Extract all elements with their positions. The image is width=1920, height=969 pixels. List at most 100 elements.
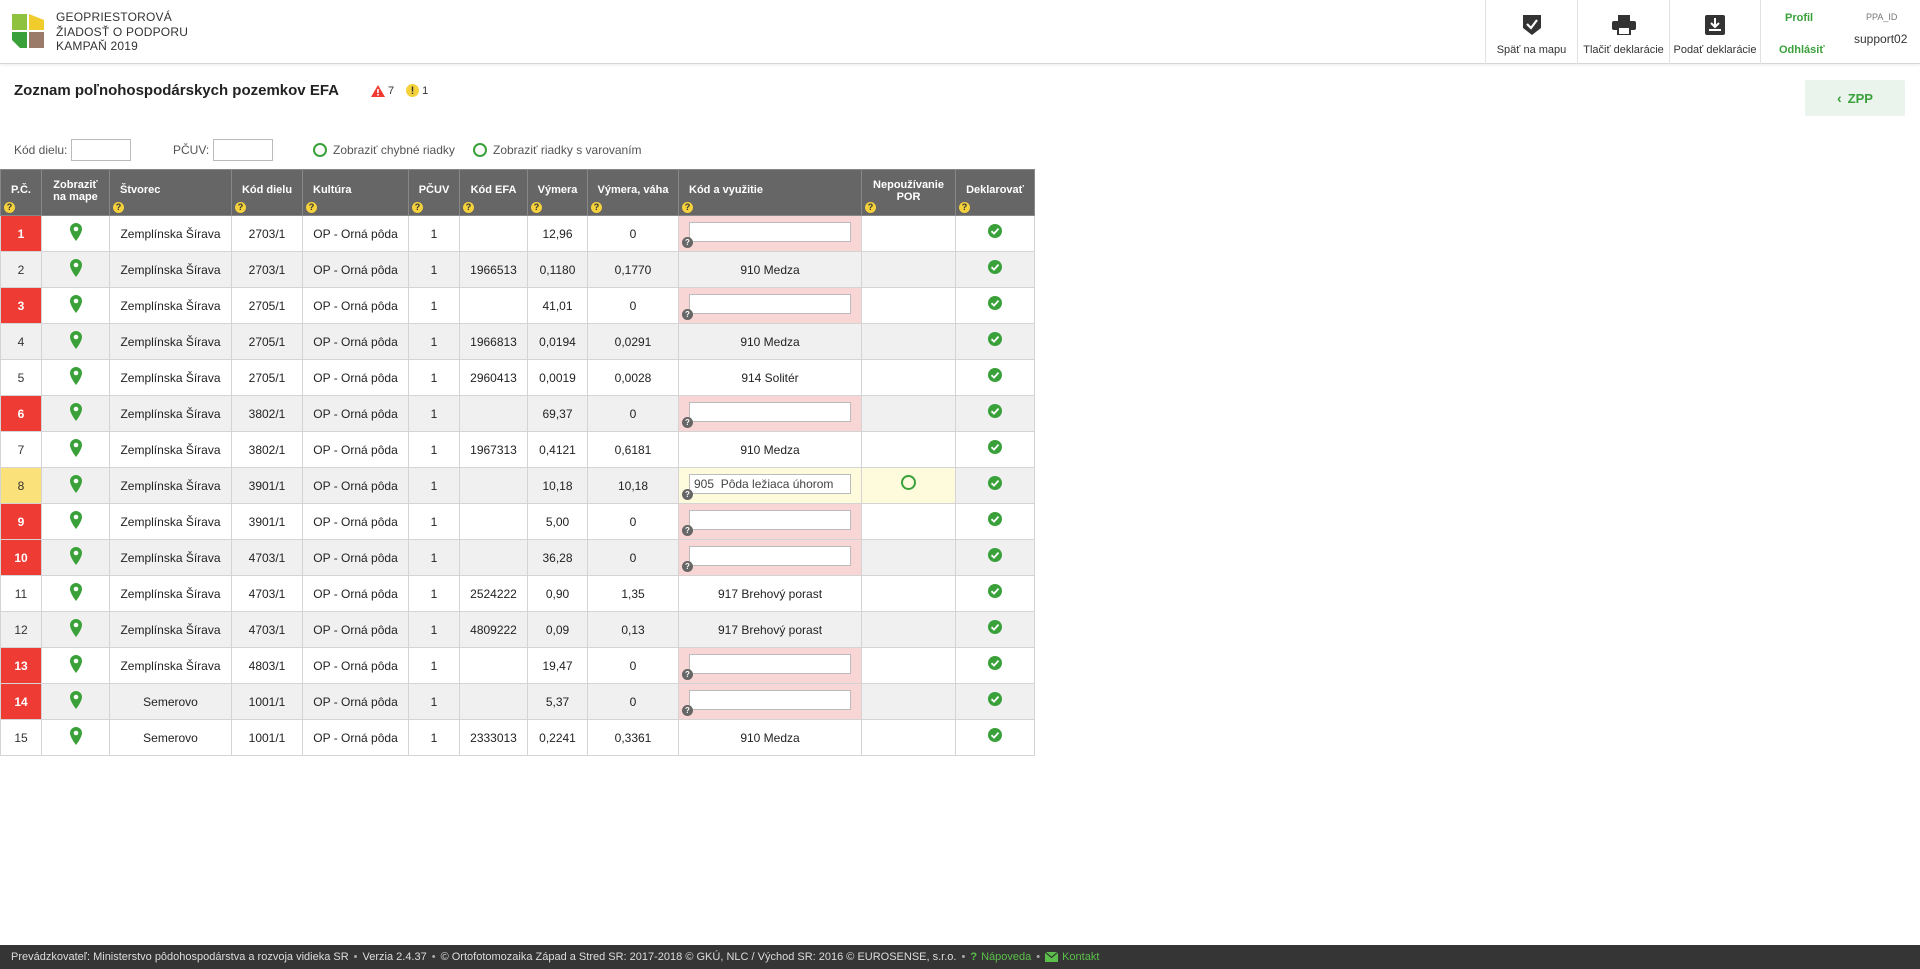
table-row[interactable]: 7 Zemplínska Šírava 3802/1 OP - Orná pôda 1 1… [0, 431, 1035, 468]
table-row[interactable]: 13 Zemplínska Šírava 4803/1 OP - Orná pôda 1… [0, 647, 1035, 684]
map-pin-icon[interactable] [69, 403, 82, 424]
table-row[interactable]: 2 Zemplínska Šírava 2703/1 OP - Orná pôda 1 1… [0, 251, 1035, 288]
help-icon[interactable]: ? [865, 202, 876, 213]
check-circle-icon[interactable] [988, 439, 1002, 457]
check-circle-icon[interactable] [988, 295, 1002, 313]
help-link[interactable]: ? Nápoveda [970, 951, 1031, 963]
map-pin-icon[interactable] [69, 727, 82, 748]
logout-link[interactable]: Odhlásiť [1779, 44, 1825, 56]
table-row[interactable]: 9 Zemplínska Šírava 3901/1 OP - Orná pôda 1 5… [0, 503, 1035, 540]
help-icon[interactable]: ? [412, 202, 423, 213]
map-pin-icon[interactable] [69, 295, 82, 316]
help-icon[interactable]: ? [682, 237, 693, 248]
help-icon[interactable]: ? [959, 202, 970, 213]
help-icon[interactable]: ? [682, 202, 693, 213]
help-icon[interactable]: ? [591, 202, 602, 213]
table-row[interactable]: 14 Semerovo 1001/1 OP - Orná pôda 1 5,37 0? [0, 683, 1035, 720]
map-pin-icon[interactable] [69, 259, 82, 280]
kod-vyuzitie-input[interactable] [689, 402, 851, 422]
kod-vyuzitie-input[interactable] [689, 294, 851, 314]
col-header-kultura[interactable]: Kultúra? [302, 169, 409, 216]
show-errors-label: Zobraziť chybné riadky [333, 143, 455, 157]
col-header-vymera-vaha[interactable]: Výmera, váha? [587, 169, 679, 216]
help-icon[interactable]: ? [306, 202, 317, 213]
map-pin-icon[interactable] [69, 691, 82, 712]
help-icon[interactable]: ? [682, 309, 693, 320]
pcuv-input[interactable] [213, 139, 274, 161]
table-row[interactable]: 15 Semerovo 1001/1 OP - Orná pôda 1 2333013 0,… [0, 719, 1035, 756]
help-icon[interactable]: ? [682, 489, 693, 500]
check-circle-icon[interactable] [988, 223, 1002, 241]
help-icon[interactable]: ? [235, 202, 246, 213]
vymera-cell: 10,18 [527, 467, 588, 504]
check-circle-icon[interactable] [988, 619, 1002, 637]
show-errors-toggle[interactable]: Zobraziť chybné riadky [313, 139, 455, 161]
col-header-pc[interactable]: P.Č.? [0, 169, 42, 216]
check-circle-icon[interactable] [988, 727, 1002, 745]
check-circle-icon[interactable] [988, 259, 1002, 277]
contact-link[interactable]: Kontakt [1045, 951, 1099, 963]
map-pin-icon[interactable] [69, 511, 82, 532]
help-icon[interactable]: ? [682, 525, 693, 536]
help-icon[interactable]: ? [113, 202, 124, 213]
map-pin-icon[interactable] [69, 547, 82, 568]
back-to-map-button[interactable]: Späť na mapu [1485, 0, 1577, 64]
col-header-kod-dielu[interactable]: Kód dielu? [231, 169, 303, 216]
col-header-kod-efa[interactable]: Kód EFA? [459, 169, 528, 216]
check-circle-icon[interactable] [988, 475, 1002, 493]
show-warnings-toggle[interactable]: Zobraziť riadky s varovaním [473, 139, 642, 161]
kod-vyuzitie-input[interactable] [689, 654, 851, 674]
table-row[interactable]: 10 Zemplínska Šírava 4703/1 OP - Orná pôda 1… [0, 539, 1035, 576]
col-header-pcuv[interactable]: PČUV? [408, 169, 460, 216]
col-header-deklarovat[interactable]: Deklarovať? [955, 169, 1035, 216]
map-pin-icon[interactable] [69, 331, 82, 352]
map-pin-icon[interactable] [69, 655, 82, 676]
nepouzivanie-radio[interactable] [901, 474, 916, 490]
table-row[interactable]: 5 Zemplínska Šírava 2705/1 OP - Orná pôda 1 2… [0, 359, 1035, 396]
app-logo [12, 14, 44, 48]
table-row[interactable]: 4 Zemplínska Šírava 2705/1 OP - Orná pôda 1 1… [0, 323, 1035, 360]
table-row[interactable]: 6 Zemplínska Šírava 3802/1 OP - Orná pôda 1 6… [0, 395, 1035, 432]
check-circle-icon[interactable] [988, 403, 1002, 421]
kod-dielu-input[interactable] [71, 139, 132, 161]
help-icon[interactable]: ? [4, 202, 15, 213]
table-row[interactable]: 12 Zemplínska Šírava 4703/1 OP - Orná pôda 1… [0, 611, 1035, 648]
help-icon[interactable]: ? [682, 669, 693, 680]
map-pin-icon[interactable] [69, 223, 82, 244]
col-header-stvorec[interactable]: Štvorec? [109, 169, 232, 216]
kod-vyuzitie-input[interactable] [689, 690, 851, 710]
check-circle-icon[interactable] [988, 691, 1002, 709]
print-declarations-button[interactable]: Tlačiť deklarácie [1577, 0, 1669, 64]
table-row[interactable]: 3 Zemplínska Šírava 2705/1 OP - Orná pôda 1 4… [0, 287, 1035, 324]
map-pin-icon[interactable] [69, 475, 82, 496]
kod-vyuzitie-input[interactable] [689, 510, 851, 530]
help-icon[interactable]: ? [682, 561, 693, 572]
check-circle-icon[interactable] [988, 511, 1002, 529]
help-icon[interactable]: ? [682, 417, 693, 428]
table-row[interactable]: 1 Zemplínska Šírava 2703/1 OP - Orná pôda 1 1… [0, 215, 1035, 252]
map-pin-icon[interactable] [69, 367, 82, 388]
zpp-button[interactable]: ‹ ZPP [1805, 80, 1905, 116]
col-header-kod-vyuzitie[interactable]: Kód a využitie? [678, 169, 862, 216]
col-header-nepouzivanie[interactable]: Nepoužívanie POR? [861, 169, 956, 216]
help-icon[interactable]: ? [682, 705, 693, 716]
kod-vyuzitie-input[interactable] [689, 546, 851, 566]
col-header-vymera[interactable]: Výmera? [527, 169, 588, 216]
map-pin-icon[interactable] [69, 583, 82, 604]
help-icon[interactable]: ? [463, 202, 474, 213]
submit-declarations-button[interactable]: Podať deklarácie [1669, 0, 1760, 64]
check-circle-icon[interactable] [988, 655, 1002, 673]
kultura-cell: OP - Orná pôda [302, 215, 409, 252]
profile-link[interactable]: Profil [1785, 12, 1813, 24]
table-row[interactable]: 8 Zemplínska Šírava 3901/1 OP - Orná pôda 1 1… [0, 467, 1035, 504]
check-circle-icon[interactable] [988, 331, 1002, 349]
map-pin-icon[interactable] [69, 439, 82, 460]
kod-vyuzitie-input[interactable] [689, 474, 851, 494]
check-circle-icon[interactable] [988, 367, 1002, 385]
check-circle-icon[interactable] [988, 583, 1002, 601]
kod-vyuzitie-input[interactable] [689, 222, 851, 242]
help-icon[interactable]: ? [531, 202, 542, 213]
map-pin-icon[interactable] [69, 619, 82, 640]
check-circle-icon[interactable] [988, 547, 1002, 565]
table-row[interactable]: 11 Zemplínska Šírava 4703/1 OP - Orná pôda 1… [0, 575, 1035, 612]
